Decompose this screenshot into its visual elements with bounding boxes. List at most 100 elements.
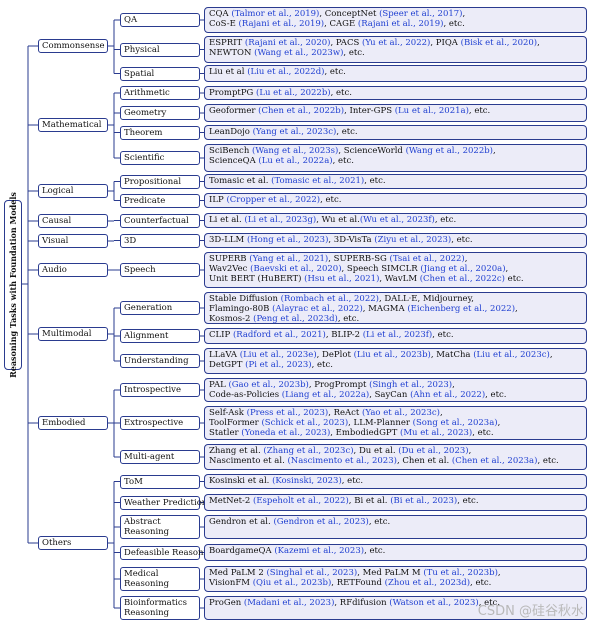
model-text: , — [505, 264, 509, 274]
model-text: SUPERB — [209, 254, 250, 264]
citation: (Gendron et al., 2023) — [273, 517, 369, 527]
leaf-line: SUPERB (Yang et al., 2021), SUPERB-SG (T… — [209, 254, 582, 264]
category-logical: Logical — [38, 184, 108, 198]
subcategory-introspective: Introspective — [120, 383, 200, 397]
model-text: , RETFound — [331, 578, 385, 588]
model-text: , — [439, 408, 443, 418]
leaf-line: DetGPT (Pi et al., 2023), etc. — [209, 360, 582, 370]
model-text: Geoformer — [209, 106, 259, 116]
model-text: Statler — [209, 428, 242, 438]
leaf-medical-reasoning: Med PaLM 2 (Singhal et al., 2023), Med P… — [204, 566, 587, 592]
citation: (Wu et al., 2023f) — [359, 215, 435, 225]
subcategory-spatial: Spatial — [120, 66, 200, 81]
model-text: , etc. — [332, 156, 354, 166]
model-text: Unit BERT (HuBERT) — [209, 274, 305, 284]
leaf-spatial: Liu et al (Liu et al., 2022d), etc. — [204, 65, 587, 82]
model-text: VisionFM — [209, 578, 253, 588]
citation: (Cropper et al., 2022) — [226, 195, 321, 205]
model-text: , etc. — [470, 578, 492, 588]
subcategory-defeasible-reasoning: Defeasible Reasoning — [120, 545, 217, 560]
citation: (Liu et al., 2022d) — [247, 67, 325, 77]
citation: (Tu et al., 2023b) — [423, 568, 498, 578]
leaf-line: CLIP (Radford et al., 2021), BLIP-2 (Li … — [209, 330, 582, 340]
leaf-line: VisionFM (Qiu et al., 2023b), RETFound (… — [209, 578, 582, 588]
model-text: Kosinski et al. — [209, 476, 273, 486]
model-text: CoS-E — [209, 19, 239, 29]
subcategory-extrospective: Extrospective — [120, 416, 200, 430]
citation: (Nascimento et al., 2023) — [287, 456, 397, 466]
leaf-line: CoS-E (Rajani et al., 2019), CAGE (Rajan… — [209, 19, 582, 29]
citation: (Du et al., 2023) — [398, 446, 469, 456]
model-text: etc. — [504, 274, 524, 284]
citation: (Song et al., 2023a) — [412, 418, 498, 428]
model-text: , — [497, 568, 501, 578]
leaf-understanding: LLaVA (Liu et al., 2023e), DePlot (Liu e… — [204, 348, 587, 374]
model-text: , etc. — [336, 127, 358, 137]
watermark: CSDN @硅谷秋水 — [477, 604, 584, 619]
model-text: , 3D-VisTa — [328, 235, 375, 245]
leaf-speech: SUPERB (Yang et al., 2021), SUPERB-SG (T… — [204, 252, 587, 288]
citation: (Rajani et al., 2020) — [244, 38, 331, 48]
subcategory-propositional: Propositional — [120, 174, 200, 189]
subcategory-physical: Physical — [120, 42, 200, 57]
leaf-theorem: LeanDojo (Yang et al., 2023c), etc. — [204, 125, 587, 140]
model-text: Tomasic et al. — [209, 176, 272, 186]
citation: (Peng et al., 2023d) — [253, 314, 338, 324]
model-text: , — [537, 38, 540, 48]
model-text: , Med PaLM M — [357, 568, 424, 578]
citation: (Mu et al., 2023) — [400, 428, 473, 438]
leaf-propositional: Tomasic et al. (Tomasic et al., 2021), e… — [204, 174, 587, 189]
leaf-line: ScienceQA (Lu et al., 2022a), etc. — [209, 156, 582, 166]
citation: (Press et al., 2023) — [246, 408, 329, 418]
model-text: , etc. — [337, 314, 360, 324]
leaf-line: ILP (Cropper et al., 2022), etc. — [209, 195, 582, 205]
citation: (Radford et al., 2021) — [232, 330, 326, 340]
leaf-defeasible-reasoning: BoardgameQA (Kazemi et al., 2023), etc. — [204, 544, 587, 561]
model-text: , etc. — [343, 48, 365, 58]
leaf-line: ToolFormer (Schick et al., 2023), LLM-Pl… — [209, 418, 582, 428]
model-text: Kosmos-2 — [209, 314, 254, 324]
model-text: , etc. — [434, 215, 457, 225]
leaf-abstract-reasoning: Gendron et al. (Gendron et al., 2023), e… — [204, 515, 587, 539]
model-text: Li et al. — [209, 215, 245, 225]
leaf-line: Gendron et al. (Gendron et al., 2023), e… — [209, 517, 582, 527]
subcategory-tom: ToM — [120, 474, 200, 489]
leaf-predicate: ILP (Cropper et al., 2022), etc. — [204, 193, 587, 208]
subcategory-arithmetic: Arithmetic — [120, 86, 200, 100]
model-text: , etc. — [341, 476, 364, 486]
citation: (Li et al., 2023f) — [362, 330, 433, 340]
leaf-line: Code-as-Policies (Liang et al., 2022a), … — [209, 390, 582, 400]
category-embodied: Embodied — [38, 416, 108, 430]
subcategory-theorem: Theorem — [120, 125, 200, 140]
leaf-line: Med PaLM 2 (Singhal et al., 2023), Med P… — [209, 568, 582, 578]
citation: (Ahn et al., 2022) — [410, 390, 486, 400]
model-text: ToolFormer — [209, 418, 262, 428]
subcategory-geometry: Geometry — [120, 106, 200, 120]
model-text: , etc. — [432, 330, 454, 340]
citation: (Liang et al., 2022a) — [281, 390, 370, 400]
leaf-extrospective: Self-Ask (Press et al., 2023), ReAct (Ya… — [204, 406, 587, 440]
model-text: Stable Diffusion — [209, 294, 281, 304]
citation: (Rajani et al., 2019) — [238, 19, 325, 29]
citation: (Chen et al., 2022c) — [419, 274, 505, 284]
model-text: , EmbodiedGPT — [330, 428, 401, 438]
model-text: CLIP — [209, 330, 233, 340]
citation: (Ziyu et al., 2023) — [374, 235, 452, 245]
leaf-line: Nascimento et al. (Nascimento et al., 20… — [209, 456, 582, 466]
category-visual: Visual — [38, 234, 108, 248]
leaf-line: LLaVA (Liu et al., 2023e), DePlot (Liu e… — [209, 350, 582, 360]
model-text: , MAGMA — [362, 304, 408, 314]
model-text: , ProgPrompt — [308, 380, 370, 390]
model-text: , — [462, 9, 466, 19]
category-causal: Causal — [38, 214, 108, 228]
root-label: Reasoning Tasks with Foundation Models — [8, 192, 18, 378]
subcategory-abstract-reasoning: Abstract Reasoning — [120, 515, 200, 539]
model-text: , etc. — [451, 235, 473, 245]
model-text: , etc. — [537, 456, 559, 466]
citation: (Rombach et al., 2022) — [280, 294, 379, 304]
model-text: , RFdifusion — [334, 598, 390, 608]
model-text: , SayCan — [369, 390, 411, 400]
citation: (Espeholt et al., 2022) — [253, 496, 349, 506]
subcategory-medical-reasoning: Medical Reasoning — [120, 567, 200, 591]
model-text: , etc. — [324, 67, 346, 77]
